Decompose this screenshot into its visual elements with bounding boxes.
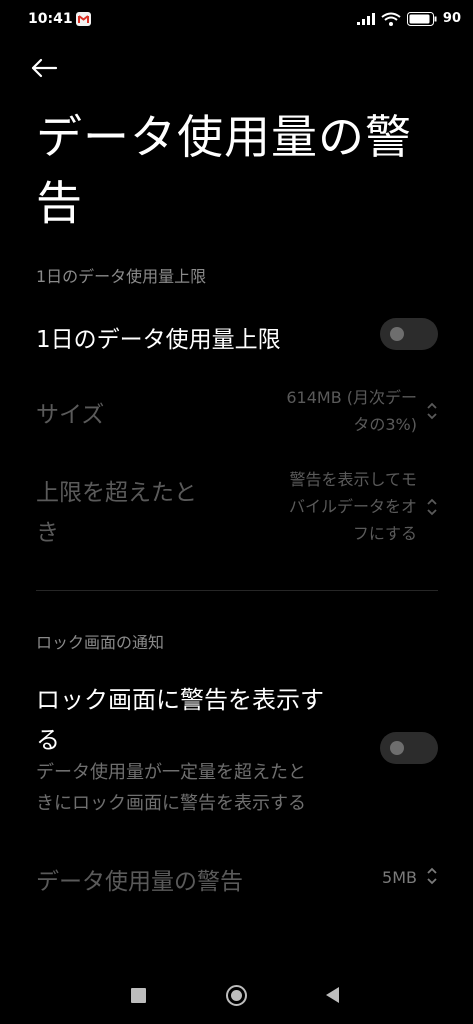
- chevron-updown-icon: [427, 402, 437, 420]
- toggle-knob: [390, 327, 404, 341]
- wifi-icon: [381, 12, 401, 26]
- over-limit-value: 警告を表示してモ バイルデータをオ フにする: [289, 466, 417, 547]
- over-limit-label-line: き: [36, 520, 59, 546]
- lock-screen-warning-toggle[interactable]: [380, 732, 438, 764]
- status-time: 10:41: [28, 11, 73, 27]
- over-limit-value-line: 警告を表示してモ: [289, 470, 417, 489]
- status-indicators: 90: [356, 11, 461, 26]
- description-line: データ使用量が一定量を超えたと: [36, 762, 306, 783]
- home-button[interactable]: [226, 985, 247, 1006]
- gmail-notification-icon: [76, 12, 91, 26]
- daily-limit-toggle[interactable]: [380, 318, 438, 350]
- description-line: きにロック画面に警告を表示する: [36, 793, 306, 814]
- data-usage-warning-label: データ使用量の警告: [36, 869, 243, 895]
- recents-button[interactable]: [131, 988, 146, 1003]
- over-limit-label-line: 上限を超えたと: [36, 480, 197, 506]
- battery-icon: [406, 11, 437, 26]
- over-limit-value-line: バイルデータをオ: [288, 497, 417, 516]
- back-button[interactable]: [30, 52, 70, 84]
- lock-screen-warning-label-line: る: [36, 726, 60, 754]
- data-usage-warning-value: 5MB: [382, 868, 417, 887]
- battery-percent: 90: [442, 11, 461, 26]
- navigation-bar: [0, 970, 473, 1024]
- lock-screen-warning-label-line: ロック画面に警告を表示す: [36, 686, 324, 714]
- section-header-lock-screen: ロック画面の通知: [36, 633, 165, 652]
- chevron-updown-icon: [427, 867, 437, 885]
- back-arrow-icon: [31, 58, 58, 78]
- section-header-daily-limit: 1日のデータ使用量上限: [36, 267, 207, 286]
- section-divider: [36, 590, 438, 591]
- size-value: 614MB (月次デー タの3%): [286, 384, 417, 438]
- chevron-updown-icon: [427, 498, 437, 516]
- over-limit-value-line: フにする: [352, 524, 417, 543]
- size-label: サイズ: [36, 402, 105, 428]
- size-value-line: 614MB (月次デー: [286, 388, 417, 407]
- status-bar: 10:41 90: [0, 0, 473, 40]
- page-title: データ使用量の警告: [36, 110, 412, 230]
- nav-back-button[interactable]: [326, 987, 339, 1003]
- size-value-line: タの3%): [353, 415, 417, 434]
- toggle-knob: [390, 741, 404, 755]
- lock-screen-warning-description: データ使用量が一定量を超えたと きにロック画面に警告を表示する: [36, 757, 376, 819]
- over-limit-label: 上限を超えたと き: [36, 473, 246, 553]
- daily-limit-label: 1日のデータ使用量上限: [36, 327, 281, 353]
- signal-icon: [356, 12, 375, 25]
- lock-screen-warning-label: ロック画面に警告を表示す る: [36, 680, 376, 760]
